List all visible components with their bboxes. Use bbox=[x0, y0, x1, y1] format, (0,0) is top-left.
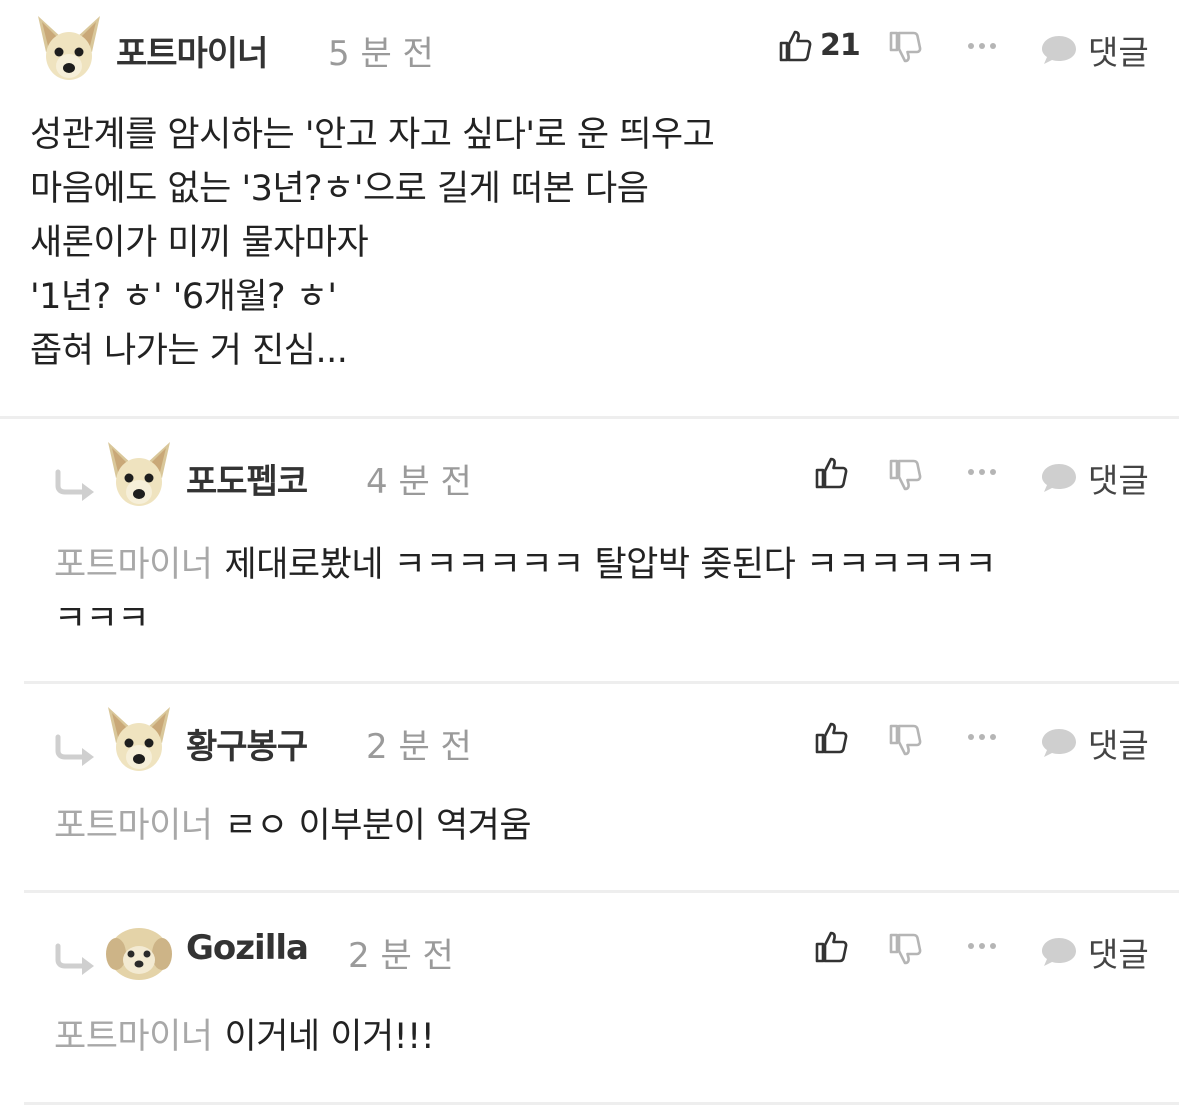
more-options-button[interactable] bbox=[966, 940, 998, 952]
mention-username[interactable]: 포트마이너 bbox=[54, 545, 213, 585]
comment-line: 성관계를 암시하는 '안고 자고 싶다'로 운 띄우고 bbox=[30, 115, 715, 155]
reply-line: 포트마이너 이거네 이거!!! bbox=[54, 1010, 1134, 1064]
reply-author[interactable]: Gozilla bbox=[186, 928, 309, 968]
divider bbox=[24, 681, 1179, 684]
like-button[interactable] bbox=[814, 721, 848, 755]
speech-bubble-icon bbox=[1040, 935, 1078, 969]
mention-username[interactable]: 포트마이너 bbox=[54, 1017, 213, 1057]
reply-time: 4 분 전 bbox=[366, 462, 472, 502]
reply-comment: 황구봉구 2 분 전 댓글 포트마이너 ㄹㅇ 이부분이 역겨움 bbox=[0, 685, 1179, 891]
like-button[interactable]: 21 bbox=[778, 28, 861, 63]
more-options-button[interactable] bbox=[966, 731, 998, 743]
reply-label: 댓글 bbox=[1088, 726, 1149, 765]
reply-body: 포트마이너 ㄹㅇ 이부분이 역겨움 bbox=[54, 799, 1134, 853]
reply-text: 제대로봤네 ㅋㅋㅋㅋㅋㅋ 탈압박 좆된다 ㅋㅋㅋㅋㅋㅋ bbox=[224, 545, 997, 585]
reply-comment: 포도펩코 4 분 전 댓글 포트마이너 제대로봤네 ㅋㅋㅋㅋㅋㅋ 탈압박 좆된다 … bbox=[0, 420, 1179, 682]
reply-button[interactable]: 댓글 bbox=[1040, 26, 1149, 74]
comment-line: 새론이가 미끼 물자마자 bbox=[30, 223, 369, 263]
more-options-button[interactable] bbox=[966, 466, 998, 478]
thumbs-down-icon bbox=[888, 723, 922, 757]
like-button[interactable] bbox=[814, 930, 848, 964]
reply-line: ㅋㅋㅋ bbox=[54, 599, 150, 639]
reply-label: 댓글 bbox=[1088, 935, 1149, 974]
more-dots-icon bbox=[966, 940, 998, 952]
like-button[interactable] bbox=[814, 456, 848, 490]
comment-time: 5 분 전 bbox=[328, 34, 434, 74]
reply-arrow-icon bbox=[52, 733, 96, 769]
more-options-button[interactable] bbox=[966, 40, 998, 52]
reply-label: 댓글 bbox=[1088, 461, 1149, 500]
comment-line: 마음에도 없는 '3년?ㅎ'으로 길게 떠본 다음 bbox=[30, 169, 649, 209]
dog-avatar-icon[interactable] bbox=[32, 12, 106, 86]
more-dots-icon bbox=[966, 466, 998, 478]
dislike-button[interactable] bbox=[888, 458, 922, 492]
reply-button[interactable]: 댓글 bbox=[1040, 928, 1149, 976]
puppy-avatar-icon[interactable] bbox=[102, 914, 176, 988]
reply-line: 포트마이너 ㄹㅇ 이부분이 역겨움 bbox=[54, 799, 1134, 853]
reply-line: 포트마이너 제대로봤네 ㅋㅋㅋㅋㅋㅋ 탈압박 좆된다 ㅋㅋㅋㅋㅋㅋ bbox=[54, 538, 1134, 592]
dislike-button[interactable] bbox=[888, 30, 922, 64]
reply-author[interactable]: 포도펩코 bbox=[186, 454, 308, 503]
comment-body: 성관계를 암시하는 '안고 자고 싶다'로 운 띄우고 마음에도 없는 '3년?… bbox=[30, 108, 715, 378]
reply-author[interactable]: 황구봉구 bbox=[186, 719, 308, 768]
divider bbox=[24, 890, 1179, 893]
more-dots-icon bbox=[966, 40, 998, 52]
mention-username[interactable]: 포트마이너 bbox=[54, 806, 213, 846]
comment-author[interactable]: 포트마이너 bbox=[116, 26, 268, 75]
thumbs-up-icon bbox=[814, 721, 848, 755]
reply-button[interactable]: 댓글 bbox=[1040, 454, 1149, 502]
reply-text: 이거네 이거!!! bbox=[224, 1017, 435, 1057]
reply-body: 포트마이너 이거네 이거!!! bbox=[54, 1010, 1134, 1064]
reply-time: 2 분 전 bbox=[366, 727, 472, 767]
main-comment: 포트마이너 5 분 전 21 댓글 성관계를 암시하는 '안고 자고 싶다'로 … bbox=[0, 0, 1179, 418]
dog-avatar-icon[interactable] bbox=[102, 703, 176, 777]
reply-body: 포트마이너 제대로봤네 ㅋㅋㅋㅋㅋㅋ 탈압박 좆된다 ㅋㅋㅋㅋㅋㅋ ㅋㅋㅋ bbox=[54, 538, 1134, 646]
reply-text: ㄹㅇ 이부분이 역겨움 bbox=[224, 806, 532, 846]
reply-time: 2 분 전 bbox=[348, 936, 454, 976]
divider bbox=[0, 416, 1179, 419]
reply-label: 댓글 bbox=[1088, 33, 1149, 72]
dislike-button[interactable] bbox=[888, 932, 922, 966]
speech-bubble-icon bbox=[1040, 33, 1078, 67]
thumbs-up-icon bbox=[778, 29, 812, 63]
like-count: 21 bbox=[820, 28, 861, 63]
thumbs-up-icon bbox=[814, 930, 848, 964]
thumbs-up-icon bbox=[814, 456, 848, 490]
divider bbox=[24, 1102, 1179, 1105]
more-dots-icon bbox=[966, 731, 998, 743]
thumbs-down-icon bbox=[888, 30, 922, 64]
comment-line: '1년? ㅎ' '6개월? ㅎ' bbox=[30, 277, 337, 317]
speech-bubble-icon bbox=[1040, 461, 1078, 495]
speech-bubble-icon bbox=[1040, 726, 1078, 760]
reply-comment: Gozilla 2 분 전 댓글 포트마이너 이거네 이거!!! bbox=[0, 894, 1179, 1104]
comment-line: 좁혀 나가는 거 진심... bbox=[30, 331, 348, 371]
reply-arrow-icon bbox=[52, 468, 96, 504]
dog-avatar-icon[interactable] bbox=[102, 438, 176, 512]
thumbs-down-icon bbox=[888, 932, 922, 966]
reply-button[interactable]: 댓글 bbox=[1040, 719, 1149, 767]
reply-arrow-icon bbox=[52, 942, 96, 978]
dislike-button[interactable] bbox=[888, 723, 922, 757]
thumbs-down-icon bbox=[888, 458, 922, 492]
